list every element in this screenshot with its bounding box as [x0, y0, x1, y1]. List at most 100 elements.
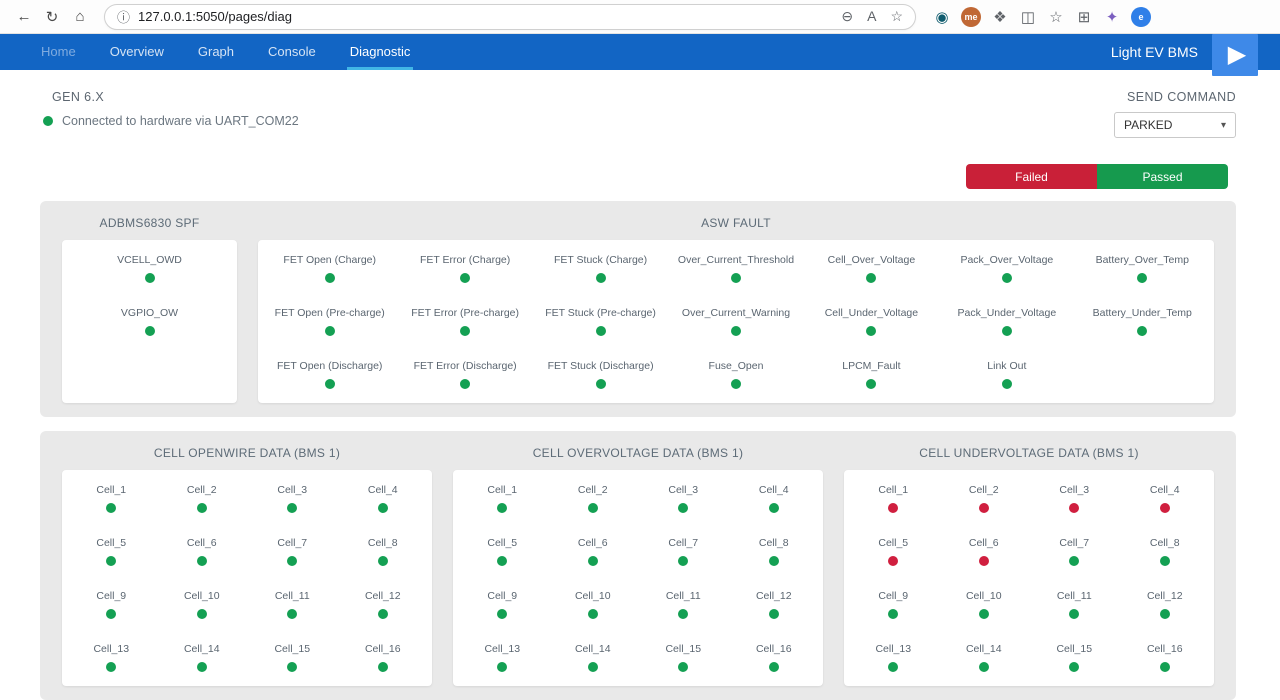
status-item-cell-7: Cell_7 — [1029, 537, 1120, 566]
status-item-cell-7: Cell_7 — [638, 537, 729, 566]
status-label: Cell_3 — [668, 484, 698, 496]
tab-overview[interactable]: Overview — [93, 34, 181, 70]
collections-icon[interactable]: ⊞ — [1070, 4, 1098, 30]
status-dot — [460, 273, 470, 283]
status-dot — [497, 556, 507, 566]
status-dot — [769, 503, 779, 513]
status-item-cell-12: Cell_12 — [338, 590, 429, 619]
status-label: Cell_12 — [365, 590, 401, 602]
status-item-cell-12: Cell_12 — [729, 590, 820, 619]
url-text[interactable]: 127.0.0.1:5050/pages/diag — [138, 9, 841, 24]
status-item-fet-stuck-pre-charge: FET Stuck (Pre-charge) — [533, 307, 668, 336]
status-item-cell-15: Cell_15 — [1029, 643, 1120, 672]
legend-passed-button[interactable]: Passed — [1097, 164, 1228, 189]
status-item-battery-over-temp: Battery_Over_Temp — [1075, 254, 1210, 283]
tab-diagnostic[interactable]: Diagnostic — [333, 34, 428, 70]
status-dot — [1069, 609, 1079, 619]
status-dot — [678, 556, 688, 566]
section-cell-openwire-data-bms-1: CELL OPENWIRE DATA (BMS 1)Cell_1Cell_2Ce… — [62, 439, 432, 686]
status-dot — [378, 609, 388, 619]
edge-copilot-icon[interactable]: e — [1131, 7, 1151, 27]
status-item-cell-1: Cell_1 — [457, 484, 548, 513]
back-icon[interactable]: ← — [10, 4, 38, 30]
browser-essentials-icon[interactable]: ✦ — [1098, 4, 1126, 30]
status-dot — [287, 609, 297, 619]
status-label: Cell_2 — [578, 484, 608, 496]
status-label: Cell_7 — [277, 537, 307, 549]
status-dot — [888, 503, 898, 513]
status-label: Cell_16 — [365, 643, 401, 655]
status-label: Over_Current_Threshold — [678, 254, 794, 266]
status-item-cell-7: Cell_7 — [247, 537, 338, 566]
status-item-cell-under-voltage: Cell_Under_Voltage — [804, 307, 939, 336]
command-dropdown[interactable]: PARKED ▾ — [1114, 112, 1236, 138]
tab-home[interactable]: Home — [24, 34, 93, 70]
read-aloud-icon[interactable]: A — [867, 8, 876, 25]
status-dot — [769, 556, 779, 566]
address-bar[interactable]: ⓘ 127.0.0.1:5050/pages/diag ⊖ A ☆ — [104, 4, 916, 30]
status-dot — [106, 662, 116, 672]
legend-failed-button[interactable]: Failed — [966, 164, 1097, 189]
status-label: VCELL_OWD — [117, 254, 182, 266]
status-label: Cell_4 — [368, 484, 398, 496]
status-label: FET Stuck (Discharge) — [548, 360, 654, 372]
status-dot — [769, 662, 779, 672]
status-item-fet-error-pre-charge: FET Error (Pre-charge) — [397, 307, 532, 336]
status-dot — [1069, 662, 1079, 672]
favorites-bar-icon[interactable]: ☆ — [1042, 4, 1070, 30]
refresh-icon[interactable]: ↻ — [38, 4, 66, 30]
status-dot — [596, 326, 606, 336]
status-item-cell-2: Cell_2 — [548, 484, 639, 513]
status-dot — [596, 273, 606, 283]
section-title: CELL OVERVOLTAGE DATA (BMS 1) — [453, 439, 823, 470]
status-dot — [1137, 273, 1147, 283]
tab-console[interactable]: Console — [251, 34, 333, 70]
status-dot — [588, 662, 598, 672]
status-label: Cell_10 — [575, 590, 611, 602]
status-label: Over_Current_Warning — [682, 307, 790, 319]
status-dot — [325, 379, 335, 389]
status-label: Cell_9 — [487, 590, 517, 602]
extensions-icon[interactable]: ❖ — [986, 4, 1014, 30]
favorite-star-icon[interactable]: ☆ — [890, 8, 903, 25]
status-dot — [731, 326, 741, 336]
status-label: Cell_6 — [969, 537, 999, 549]
nav-tabs: HomeOverviewGraphConsoleDiagnostic — [24, 34, 427, 70]
status-dot — [769, 609, 779, 619]
status-item-cell-15: Cell_15 — [638, 643, 729, 672]
status-dot — [866, 379, 876, 389]
status-label: Cell_13 — [484, 643, 520, 655]
status-dot — [731, 379, 741, 389]
status-dot — [1069, 503, 1079, 513]
profile-avatar-icon[interactable]: me — [961, 7, 981, 27]
chrome-toolbar-icons: ◉me❖◫☆⊞✦e — [928, 4, 1156, 30]
status-label: Cell_15 — [1056, 643, 1092, 655]
status-item-cell-8: Cell_8 — [729, 537, 820, 566]
site-info-icon[interactable]: ⓘ — [117, 7, 130, 26]
legend: Failed Passed — [0, 138, 1280, 189]
connection-status-dot — [43, 116, 53, 126]
status-dot — [106, 503, 116, 513]
status-item-cell-10: Cell_10 — [548, 590, 639, 619]
tab-graph[interactable]: Graph — [181, 34, 251, 70]
section-title: ASW FAULT — [258, 209, 1214, 240]
panel: ADBMS6830 SPFVCELL_OWDVGPIO_OWASW FAULTF… — [40, 201, 1236, 417]
status-item-cell-2: Cell_2 — [939, 484, 1030, 513]
status-item-pack-under-voltage: Pack_Under_Voltage — [939, 307, 1074, 336]
status-label: Cell_11 — [666, 590, 701, 602]
status-label: Cell_16 — [1147, 643, 1183, 655]
zoom-out-icon[interactable]: ⊖ — [841, 8, 853, 25]
status-item-cell-10: Cell_10 — [939, 590, 1030, 619]
shopping-icon[interactable]: ◉ — [928, 4, 956, 30]
status-label: Cell_7 — [1059, 537, 1089, 549]
split-screen-icon[interactable]: ◫ — [1014, 4, 1042, 30]
status-item-cell-14: Cell_14 — [939, 643, 1030, 672]
status-item-cell-9: Cell_9 — [848, 590, 939, 619]
status-label: Cell_10 — [184, 590, 220, 602]
status-item-pack-over-voltage: Pack_Over_Voltage — [939, 254, 1074, 283]
status-dot — [325, 273, 335, 283]
status-item-vgpio-ow: VGPIO_OW — [66, 307, 233, 336]
home-icon[interactable]: ⌂ — [66, 4, 94, 30]
status-label: Cell_10 — [966, 590, 1002, 602]
status-card: FET Open (Charge)FET Error (Charge)FET S… — [258, 240, 1214, 403]
